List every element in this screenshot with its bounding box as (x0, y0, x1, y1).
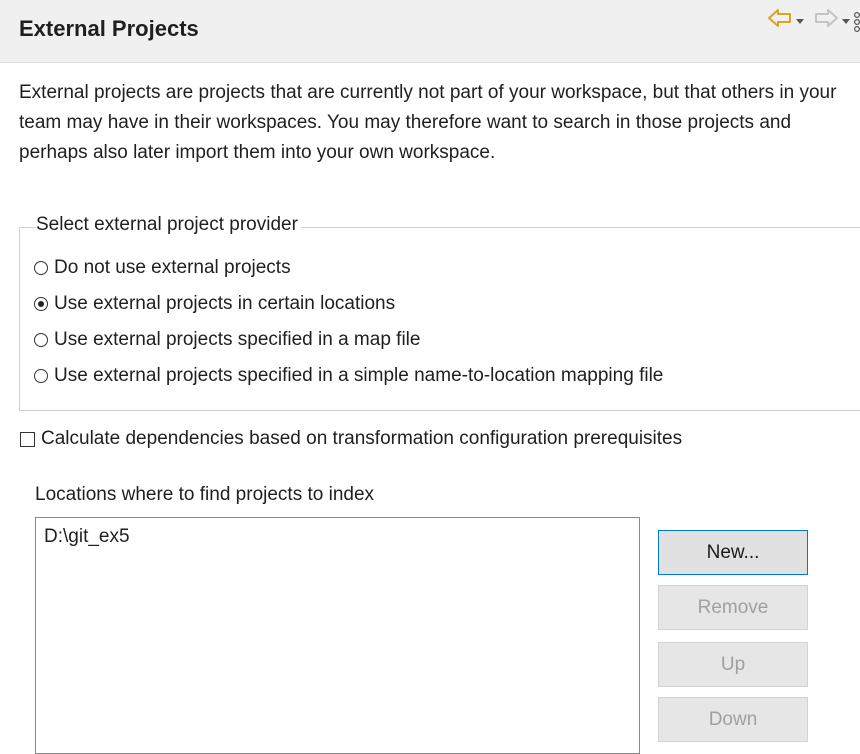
forward-history-dropdown-icon[interactable] (841, 13, 851, 31)
locations-list[interactable]: D:\git_ex5 (35, 517, 640, 754)
radio-label: Use external projects specified in a map… (54, 329, 421, 350)
dependencies-checkbox[interactable]: Calculate dependencies based on transfor… (20, 426, 682, 452)
back-history-dropdown-icon[interactable] (795, 13, 805, 31)
radio-label: Do not use external projects (54, 257, 291, 278)
locations-label: Locations where to find projects to inde… (35, 484, 375, 505)
provider-group-label: Select external project provider (36, 214, 301, 236)
down-button[interactable]: Down (658, 697, 808, 742)
back-arrow-icon[interactable] (767, 8, 793, 33)
radio-do-not-use[interactable]: Do not use external projects (34, 255, 291, 281)
checkbox-icon[interactable] (20, 431, 35, 447)
menu-dots-icon[interactable] (853, 11, 860, 38)
radio-button-icon[interactable] (34, 261, 48, 275)
provider-group: Select external project provider Do not … (19, 214, 860, 411)
up-button[interactable]: Up (658, 642, 808, 687)
radio-certain-locations[interactable]: Use external projects in certain locatio… (34, 291, 395, 317)
radio-label: Use external projects in certain locatio… (54, 293, 396, 314)
radio-button-selected-icon[interactable] (34, 297, 48, 311)
page-title: External Projects (19, 16, 199, 41)
checkbox-label: Calculate dependencies based on transfor… (41, 428, 683, 449)
page-description: External projects are projects that are … (19, 82, 837, 163)
remove-button[interactable]: Remove (658, 585, 808, 630)
new-button[interactable]: New... (658, 530, 808, 575)
radio-button-icon[interactable] (34, 333, 48, 347)
forward-arrow-icon[interactable] (813, 8, 839, 33)
radio-name-to-location[interactable]: Use external projects specified in a sim… (34, 363, 663, 389)
page-header: External Projects (0, 0, 860, 63)
radio-label: Use external projects specified in a sim… (54, 365, 664, 386)
radio-button-icon[interactable] (34, 369, 48, 383)
list-item[interactable]: D:\git_ex5 (36, 518, 639, 548)
radio-map-file[interactable]: Use external projects specified in a map… (34, 327, 420, 353)
